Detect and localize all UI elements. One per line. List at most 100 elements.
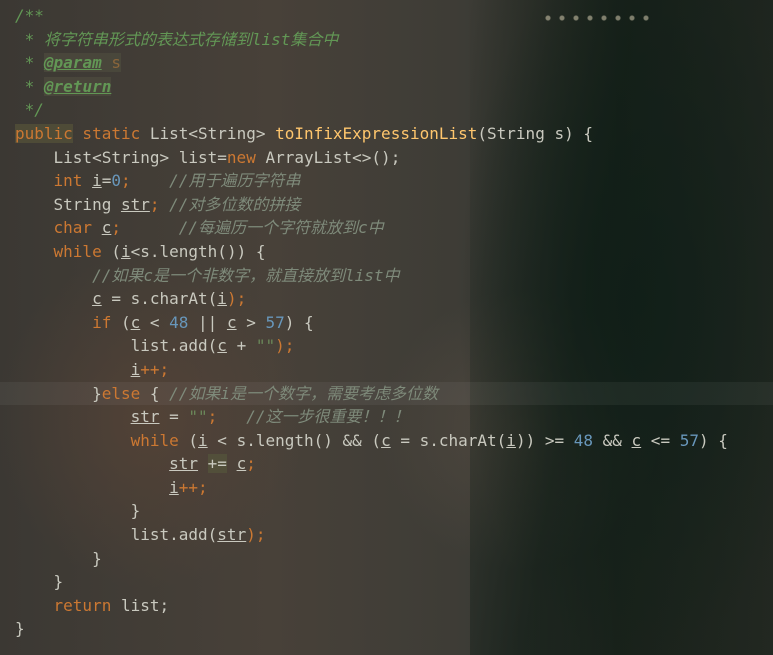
code-line-13: c = s.charAt(i); — [0, 287, 773, 311]
code-line-11: while (i<s.length()) { — [0, 240, 773, 264]
code-text: ) { — [698, 430, 728, 450]
keyword-if: if — [15, 312, 112, 332]
code-text: list.add( — [15, 525, 218, 545]
code-text: )) >= — [515, 430, 574, 450]
keyword-char: char — [15, 218, 93, 238]
code-line-23: list.add(str); — [0, 523, 773, 547]
code-line-10: char c; //每遍历一个字符就放到c中 — [0, 216, 773, 240]
code-text: ) { — [284, 312, 314, 332]
line-comment: //如果c是一个非数字，就直接放到list中 — [15, 265, 400, 285]
code-text: ( — [101, 241, 121, 261]
number-literal: 57 — [679, 430, 699, 450]
code-line-18: str = ""; //这一步很重要！！！ — [0, 405, 773, 429]
code-editor[interactable]: /** * 将字符串形式的表达式存储到list集合中 * @param s * … — [0, 0, 773, 655]
variable-str: str — [130, 407, 160, 427]
doc-param-arg: s — [101, 53, 121, 73]
operator-highlight: += — [207, 454, 227, 474]
code-line-15: list.add(c + ""); — [0, 334, 773, 358]
line-comment: //用于遍历字符串 — [169, 171, 301, 191]
string-literal: "" — [188, 407, 208, 427]
code-line-5: */ — [0, 98, 773, 122]
semicolon: ); — [275, 336, 295, 356]
variable-i: i — [120, 241, 131, 261]
code-text: } — [15, 501, 141, 521]
code-text: String — [15, 194, 121, 214]
code-text: } — [15, 572, 64, 592]
keyword-int: int — [15, 171, 83, 191]
line-comment: //如果i是一个数字，需要考虑多位数 — [169, 383, 439, 403]
code-text: } — [15, 548, 102, 568]
code-text: = — [159, 407, 189, 427]
doc-param-tag: @param — [43, 53, 102, 73]
code-line-9: String str; //对多位数的拼接 — [0, 193, 773, 217]
semicolon: ; — [246, 454, 256, 474]
variable-c: c — [226, 312, 237, 332]
code-line-6: public static List<String> toInfixExpres… — [0, 122, 773, 146]
doc-comment-prefix: * — [15, 76, 44, 96]
code-line-4: * @return — [0, 75, 773, 99]
line-comment: //每遍历一个字符就放到c中 — [178, 218, 384, 238]
semicolon: ; — [111, 218, 179, 238]
code-text: ( — [178, 430, 199, 450]
doc-comment-close: */ — [15, 100, 44, 120]
variable-i: i — [92, 171, 102, 191]
variable-i: i — [130, 359, 141, 379]
code-text: && — [593, 430, 632, 450]
code-text: <= — [641, 430, 680, 450]
code-line-21: i++; — [0, 476, 773, 500]
variable-c: c — [631, 430, 642, 450]
code-line-22: } — [0, 499, 773, 523]
code-line-3: * @param s — [0, 51, 773, 75]
keyword-return: return — [53, 595, 112, 615]
doc-comment-open: /** — [15, 6, 44, 25]
code-text: ArrayList<>(); — [255, 147, 401, 167]
variable-c: c — [92, 289, 102, 309]
number-literal: 48 — [169, 312, 189, 332]
code-line-17: }else { //如果i是一个数字，需要考虑多位数 — [0, 381, 773, 406]
string-literal: "" — [255, 336, 276, 356]
code-line-26: return list; — [0, 594, 773, 618]
doc-comment-prefix: * — [15, 53, 44, 73]
return-type: List<String> — [140, 123, 276, 143]
variable-i: i — [217, 289, 227, 309]
code-line-7: List<String> list=new ArrayList<>(); — [0, 146, 773, 170]
code-line-16: i++; — [0, 358, 773, 382]
code-text: list.add( — [15, 336, 218, 356]
code-text: list; — [111, 595, 170, 615]
keyword-public: public — [15, 123, 73, 143]
code-lines: /** * 将字符串形式的表达式存储到list集合中 * @param s * … — [0, 4, 773, 641]
code-line-12: //如果c是一个非数字，就直接放到list中 — [0, 264, 773, 288]
code-line-2: * 将字符串形式的表达式存储到list集合中 — [0, 28, 773, 52]
semicolon: ; — [207, 407, 247, 427]
line-comment: //这一步很重要！！！ — [246, 407, 410, 427]
keyword-else: else — [101, 383, 141, 403]
number-literal: 48 — [573, 430, 593, 450]
keyword-while: while — [15, 241, 102, 261]
code-text: || — [188, 312, 227, 332]
keyword-new: new — [226, 147, 256, 167]
code-line-1: /** — [0, 4, 773, 28]
doc-comment-description: * 将字符串形式的表达式存储到list集合中 — [15, 29, 339, 49]
number-literal: 0 — [111, 171, 121, 191]
code-line-19: while (i < s.length() && (c = s.charAt(i… — [0, 429, 773, 453]
code-text: ( — [111, 312, 131, 332]
variable-str: str — [120, 194, 150, 214]
semicolon: ++; — [140, 359, 170, 379]
semicolon: ; — [149, 194, 170, 214]
code-text: = — [101, 171, 112, 191]
variable-c: c — [381, 430, 391, 450]
code-text: < s.length() && ( — [207, 430, 382, 450]
variable-i: i — [506, 430, 516, 450]
code-text: = s.charAt( — [101, 289, 218, 309]
variable-c: c — [236, 454, 247, 474]
code-text: List<String> list= — [15, 147, 227, 167]
code-text: = s.charAt( — [390, 430, 507, 450]
code-line-8: int i=0; //用于遍历字符串 — [0, 169, 773, 193]
method-params: (String s) { — [477, 123, 593, 143]
semicolon: ); — [246, 525, 266, 545]
code-line-24: } — [0, 547, 773, 571]
